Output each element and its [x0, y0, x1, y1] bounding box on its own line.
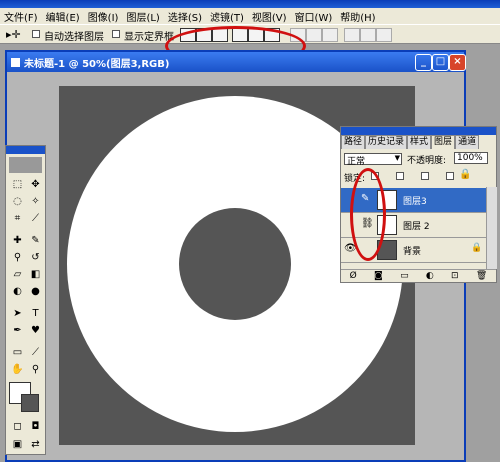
- new-set-icon[interactable]: ▭: [400, 271, 409, 281]
- background-color-swatch[interactable]: [21, 394, 39, 412]
- blend-mode-select[interactable]: 正常 ▼: [344, 153, 402, 167]
- layers-scrollbar[interactable]: [486, 187, 497, 269]
- clone-stamp-icon[interactable]: ⚲: [8, 249, 27, 266]
- layer-name: 背景: [403, 247, 422, 257]
- app-title-bar: [0, 0, 500, 8]
- distribute-left-icon: [344, 28, 360, 42]
- palette-title-bar: [341, 127, 496, 135]
- layer-style-icon[interactable]: Ø: [350, 271, 357, 281]
- layer-name: 图层 2: [403, 222, 430, 232]
- new-layer-icon[interactable]: ⊡: [451, 271, 459, 281]
- adjustment-layer-icon[interactable]: ◐: [426, 271, 434, 281]
- toolbox-title-bar: [6, 146, 45, 154]
- distribute-right-icon: [376, 28, 392, 42]
- lasso-tool-icon[interactable]: ◌: [8, 193, 27, 210]
- toolbox: ⬚ ✥ ◌ ✧ ⌗ ⟋ ✚ ✎ ⚲ ↺ ▱ ◧ ◐ ● ➤ T ✒ ♥ ▭ ⟋ …: [5, 145, 46, 455]
- close-button[interactable]: ×: [449, 54, 466, 71]
- slice-tool-icon[interactable]: ⟋: [26, 210, 45, 227]
- trash-icon[interactable]: 🗑: [476, 271, 487, 281]
- layer-name: 图层3: [403, 197, 427, 207]
- tab-styles[interactable]: 样式: [407, 135, 432, 149]
- menu-view[interactable]: 视图(V): [248, 9, 291, 24]
- lock-icon: 🔒: [459, 169, 472, 180]
- screen-mode-icon[interactable]: ▣: [8, 436, 27, 453]
- minimize-button[interactable]: _: [415, 54, 432, 71]
- menu-window[interactable]: 窗口(W): [291, 9, 337, 24]
- menu-file[interactable]: 文件(F): [0, 9, 42, 24]
- quickmask-on-icon[interactable]: ◘: [26, 418, 45, 435]
- jump-to-imageready-icon[interactable]: ⇄: [26, 436, 45, 453]
- tab-layers[interactable]: 图层: [431, 135, 456, 149]
- show-bounds-checkbox[interactable]: [112, 30, 120, 38]
- menu-select[interactable]: 选择(S): [164, 9, 206, 24]
- gradient-tool-icon[interactable]: ◧: [26, 266, 45, 283]
- palette-footer: Ø ◙ ▭ ◐ ⊡ 🗑: [341, 269, 496, 282]
- lock-icon: 🔒: [471, 243, 483, 253]
- opacity-input[interactable]: 100%: [454, 152, 488, 164]
- move-tool-icon-2[interactable]: ✥: [26, 176, 45, 193]
- path-select-icon[interactable]: ➤: [8, 305, 27, 322]
- opacity-label: 不透明度:: [407, 156, 447, 166]
- lock-position-checkbox[interactable]: [421, 172, 429, 180]
- eraser-tool-icon[interactable]: ▱: [8, 266, 27, 283]
- history-brush-icon[interactable]: ↺: [26, 249, 45, 266]
- healing-brush-icon[interactable]: ✚: [8, 232, 27, 249]
- move-tool-icon[interactable]: ▸✛: [6, 28, 21, 41]
- distribute-vcenter-icon: [306, 28, 322, 42]
- adobe-logo-icon: [9, 157, 42, 173]
- zoom-tool-icon[interactable]: ⚲: [26, 361, 45, 378]
- lock-all-checkbox[interactable]: [446, 172, 454, 180]
- blend-mode-value: 正常: [347, 157, 366, 167]
- quickmask-off-icon[interactable]: ◻: [8, 418, 27, 435]
- notes-tool-icon[interactable]: ▭: [8, 344, 27, 361]
- tab-channels[interactable]: 通道: [455, 135, 480, 149]
- crop-tool-icon[interactable]: ⌗: [8, 210, 27, 227]
- palette-tabs: 路径 历史记录 样式 图层 通道: [341, 135, 496, 149]
- magic-wand-icon[interactable]: ✧: [26, 193, 45, 210]
- chevron-down-icon: ▼: [394, 154, 400, 162]
- tab-paths[interactable]: 路径: [341, 135, 366, 149]
- blur-tool-icon[interactable]: ◐: [8, 283, 27, 300]
- menu-filter[interactable]: 滤镜(T): [206, 9, 248, 24]
- distribute-hcenter-icon: [360, 28, 376, 42]
- marquee-tool-icon[interactable]: ⬚: [8, 176, 27, 193]
- menu-bar: 文件(F) 编辑(E) 图像(I) 图层(L) 选择(S) 滤镜(T) 视图(V…: [0, 8, 500, 24]
- auto-select-checkbox[interactable]: [32, 30, 40, 38]
- maximize-button[interactable]: □: [432, 54, 449, 71]
- highlight-ring-link: [350, 168, 386, 261]
- layer-mask-icon[interactable]: ◙: [374, 271, 383, 281]
- shape-tool-icon[interactable]: ♥: [26, 322, 45, 339]
- document-icon: [11, 57, 20, 67]
- lock-image-checkbox[interactable]: [396, 172, 404, 180]
- document-title: 未标题-1 @ 50%(图层3,RGB): [24, 58, 170, 70]
- menu-layer[interactable]: 图层(L): [122, 9, 163, 24]
- menu-help[interactable]: 帮助(H): [336, 9, 379, 24]
- dodge-tool-icon[interactable]: ●: [26, 283, 45, 300]
- document-title-bar: 未标题-1 @ 50%(图层3,RGB) _ □ ×: [7, 52, 466, 72]
- eyedropper-icon[interactable]: ⟋: [26, 344, 45, 361]
- auto-select-label: 自动选择图层: [44, 32, 104, 43]
- center-hole: [179, 208, 291, 320]
- menu-edit[interactable]: 编辑(E): [42, 9, 84, 24]
- brush-tool-icon[interactable]: ✎: [26, 232, 45, 249]
- menu-image[interactable]: 图像(I): [84, 9, 123, 24]
- type-tool-icon[interactable]: T: [26, 305, 45, 322]
- hand-tool-icon[interactable]: ✋: [8, 361, 27, 378]
- tab-history[interactable]: 历史记录: [365, 135, 408, 149]
- distribute-bottom-icon: [322, 28, 338, 42]
- pen-tool-icon[interactable]: ✒: [8, 322, 27, 339]
